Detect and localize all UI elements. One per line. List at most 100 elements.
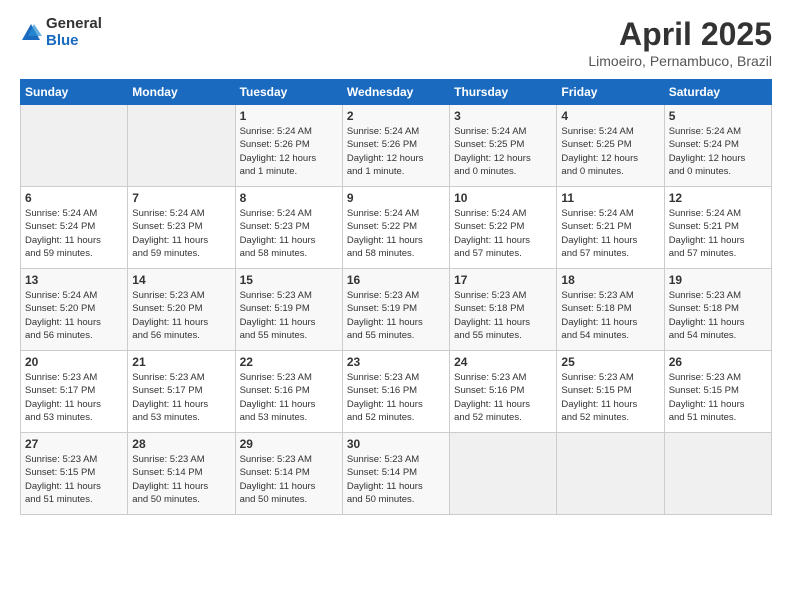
day-number: 21	[132, 355, 230, 369]
day-number: 22	[240, 355, 338, 369]
day-number: 14	[132, 273, 230, 287]
day-number: 19	[669, 273, 767, 287]
header-friday: Friday	[557, 80, 664, 105]
day-number: 13	[25, 273, 123, 287]
title-block: April 2025 Limoeiro, Pernambuco, Brazil	[588, 16, 772, 69]
day-number: 10	[454, 191, 552, 205]
day-number: 29	[240, 437, 338, 451]
table-row: 13 Sunrise: 5:24 AMSunset: 5:20 PMDayligh…	[21, 269, 128, 351]
day-info: Sunrise: 5:24 AMSunset: 5:20 PMDaylight:…	[25, 289, 123, 342]
day-number: 15	[240, 273, 338, 287]
table-row: 24 Sunrise: 5:23 AMSunset: 5:16 PMDayligh…	[450, 351, 557, 433]
day-number: 3	[454, 109, 552, 123]
calendar-table: Sunday Monday Tuesday Wednesday Thursday…	[20, 79, 772, 515]
table-row	[450, 433, 557, 515]
table-row: 6Sunrise: 5:24 AMSunset: 5:24 PMDaylight…	[21, 187, 128, 269]
day-info: Sunrise: 5:23 AMSunset: 5:19 PMDaylight:…	[347, 289, 445, 342]
day-number: 7	[132, 191, 230, 205]
table-row: 26Sunrise: 5:23 AMSunset: 5:15 PMDayligh…	[664, 351, 771, 433]
day-info: Sunrise: 5:23 AMSunset: 5:19 PMDaylight:…	[240, 289, 338, 342]
day-info: Sunrise: 5:24 AMSunset: 5:24 PMDaylight:…	[25, 207, 123, 260]
calendar-week-row: 27 Sunrise: 5:23 AMSunset: 5:15 PMDayligh…	[21, 433, 772, 515]
calendar-week-row: 13 Sunrise: 5:24 AMSunset: 5:20 PMDayligh…	[21, 269, 772, 351]
day-info: Sunrise: 5:24 AMSunset: 5:23 PMDaylight:…	[240, 207, 338, 260]
page-container: General Blue April 2025 Limoeiro, Pernam…	[0, 0, 792, 525]
logo: General Blue	[20, 16, 102, 49]
table-row: 28Sunrise: 5:23 AMSunset: 5:14 PMDayligh…	[128, 433, 235, 515]
day-number: 24	[454, 355, 552, 369]
day-info: Sunrise: 5:23 AMSunset: 5:15 PMDaylight:…	[561, 371, 659, 424]
table-row: 15 Sunrise: 5:23 AMSunset: 5:19 PMDayligh…	[235, 269, 342, 351]
day-info: Sunrise: 5:23 AMSunset: 5:15 PMDaylight:…	[25, 453, 123, 506]
header-saturday: Saturday	[664, 80, 771, 105]
day-number: 16	[347, 273, 445, 287]
day-info: Sunrise: 5:23 AMSunset: 5:14 PMDaylight:…	[347, 453, 445, 506]
day-info: Sunrise: 5:23 AMSunset: 5:14 PMDaylight:…	[240, 453, 338, 506]
day-number: 11	[561, 191, 659, 205]
day-number: 1	[240, 109, 338, 123]
day-info: Sunrise: 5:23 AMSunset: 5:18 PMDaylight:…	[454, 289, 552, 342]
day-number: 8	[240, 191, 338, 205]
day-info: Sunrise: 5:24 AMSunset: 5:22 PMDaylight:…	[347, 207, 445, 260]
day-info: Sunrise: 5:24 AMSunset: 5:26 PMDaylight:…	[240, 125, 338, 178]
table-row: 2 Sunrise: 5:24 AMSunset: 5:26 PMDaylight…	[342, 105, 449, 187]
table-row: 16 Sunrise: 5:23 AMSunset: 5:19 PMDayligh…	[342, 269, 449, 351]
day-info: Sunrise: 5:23 AMSunset: 5:16 PMDaylight:…	[454, 371, 552, 424]
day-info: Sunrise: 5:23 AMSunset: 5:20 PMDaylight:…	[132, 289, 230, 342]
table-row: 20 Sunrise: 5:23 AMSunset: 5:17 PMDayligh…	[21, 351, 128, 433]
calendar-header-row: Sunday Monday Tuesday Wednesday Thursday…	[21, 80, 772, 105]
table-row: 8 Sunrise: 5:24 AMSunset: 5:23 PMDaylight…	[235, 187, 342, 269]
day-number: 23	[347, 355, 445, 369]
table-row: 10Sunrise: 5:24 AMSunset: 5:22 PMDayligh…	[450, 187, 557, 269]
day-number: 17	[454, 273, 552, 287]
table-row: 25 Sunrise: 5:23 AMSunset: 5:15 PMDayligh…	[557, 351, 664, 433]
table-row: 5Sunrise: 5:24 AMSunset: 5:24 PMDaylight…	[664, 105, 771, 187]
day-info: Sunrise: 5:24 AMSunset: 5:24 PMDaylight:…	[669, 125, 767, 178]
day-info: Sunrise: 5:24 AMSunset: 5:21 PMDaylight:…	[669, 207, 767, 260]
day-info: Sunrise: 5:24 AMSunset: 5:21 PMDaylight:…	[561, 207, 659, 260]
table-row: 29 Sunrise: 5:23 AMSunset: 5:14 PMDayligh…	[235, 433, 342, 515]
day-info: Sunrise: 5:23 AMSunset: 5:18 PMDaylight:…	[669, 289, 767, 342]
table-row: 14 Sunrise: 5:23 AMSunset: 5:20 PMDayligh…	[128, 269, 235, 351]
calendar-week-row: 6Sunrise: 5:24 AMSunset: 5:24 PMDaylight…	[21, 187, 772, 269]
table-row: 19 Sunrise: 5:23 AMSunset: 5:18 PMDayligh…	[664, 269, 771, 351]
day-number: 26	[669, 355, 767, 369]
day-info: Sunrise: 5:23 AMSunset: 5:16 PMDaylight:…	[240, 371, 338, 424]
logo-icon	[20, 22, 42, 44]
calendar-week-row: 1 Sunrise: 5:24 AMSunset: 5:26 PMDaylight…	[21, 105, 772, 187]
page-header: General Blue April 2025 Limoeiro, Pernam…	[20, 16, 772, 69]
table-row: 7 Sunrise: 5:24 AMSunset: 5:23 PMDaylight…	[128, 187, 235, 269]
table-row: 12 Sunrise: 5:24 AMSunset: 5:21 PMDayligh…	[664, 187, 771, 269]
month-year-title: April 2025	[588, 16, 772, 53]
day-number: 20	[25, 355, 123, 369]
day-number: 28	[132, 437, 230, 451]
header-wednesday: Wednesday	[342, 80, 449, 105]
table-row: 22 Sunrise: 5:23 AMSunset: 5:16 PMDayligh…	[235, 351, 342, 433]
table-row	[128, 105, 235, 187]
day-info: Sunrise: 5:24 AMSunset: 5:25 PMDaylight:…	[561, 125, 659, 178]
table-row: 27 Sunrise: 5:23 AMSunset: 5:15 PMDayligh…	[21, 433, 128, 515]
table-row: 18 Sunrise: 5:23 AMSunset: 5:18 PMDayligh…	[557, 269, 664, 351]
table-row: 17 Sunrise: 5:23 AMSunset: 5:18 PMDayligh…	[450, 269, 557, 351]
day-info: Sunrise: 5:24 AMSunset: 5:23 PMDaylight:…	[132, 207, 230, 260]
calendar-week-row: 20 Sunrise: 5:23 AMSunset: 5:17 PMDayligh…	[21, 351, 772, 433]
table-row	[21, 105, 128, 187]
table-row	[557, 433, 664, 515]
day-number: 30	[347, 437, 445, 451]
day-number: 27	[25, 437, 123, 451]
day-number: 2	[347, 109, 445, 123]
table-row: 3Sunrise: 5:24 AMSunset: 5:25 PMDaylight…	[450, 105, 557, 187]
table-row: 9Sunrise: 5:24 AMSunset: 5:22 PMDaylight…	[342, 187, 449, 269]
day-number: 25	[561, 355, 659, 369]
table-row: 30 Sunrise: 5:23 AMSunset: 5:14 PMDayligh…	[342, 433, 449, 515]
logo-text: General Blue	[46, 16, 102, 49]
day-info: Sunrise: 5:24 AMSunset: 5:26 PMDaylight:…	[347, 125, 445, 178]
day-number: 12	[669, 191, 767, 205]
logo-general: General	[46, 16, 102, 33]
header-monday: Monday	[128, 80, 235, 105]
day-info: Sunrise: 5:23 AMSunset: 5:18 PMDaylight:…	[561, 289, 659, 342]
day-number: 4	[561, 109, 659, 123]
day-number: 18	[561, 273, 659, 287]
day-info: Sunrise: 5:23 AMSunset: 5:17 PMDaylight:…	[25, 371, 123, 424]
header-thursday: Thursday	[450, 80, 557, 105]
